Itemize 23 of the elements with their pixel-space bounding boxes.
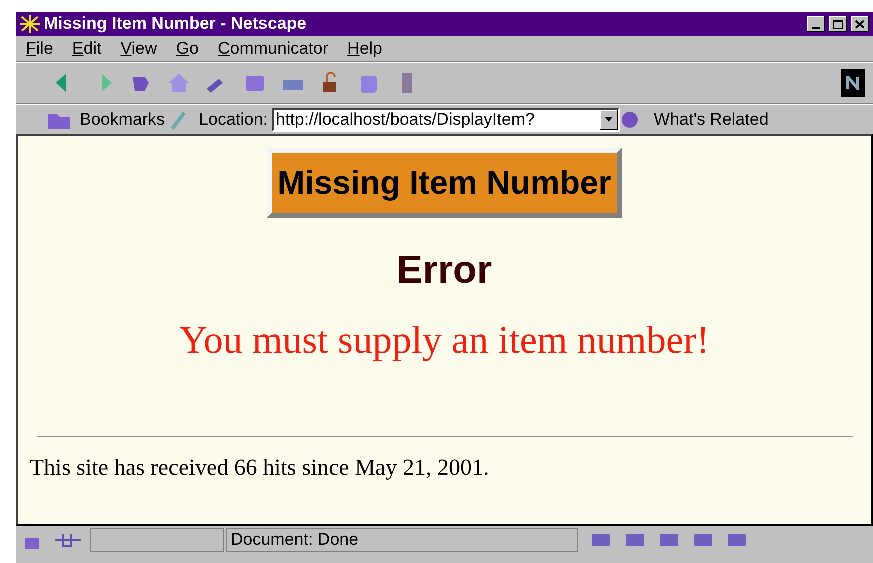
status-text: Document: Done bbox=[231, 529, 359, 552]
menu-item[interactable]: Communicator bbox=[218, 36, 329, 62]
location-label: Location: bbox=[199, 108, 268, 131]
menu-item[interactable]: Help bbox=[348, 36, 382, 62]
url-text: http://localhost/boats/DisplayItem? bbox=[275, 108, 536, 131]
page-banner: Missing Item Number bbox=[266, 148, 622, 218]
error-heading: Error bbox=[396, 248, 492, 294]
menu-item[interactable]: File bbox=[26, 36, 54, 62]
bookmarks-button[interactable]: Bookmarks bbox=[80, 106, 166, 132]
error-message: You must supply an item number! bbox=[179, 318, 710, 364]
window-title: Missing Item Number - Netscape bbox=[44, 13, 308, 36]
menu-item[interactable]: Edit bbox=[72, 36, 102, 62]
url-field[interactable]: http://localhost/boats/DisplayItem? bbox=[272, 108, 620, 132]
menu-item[interactable]: View bbox=[120, 36, 158, 62]
minimize-icon[interactable] bbox=[807, 16, 825, 32]
dropdown-icon[interactable] bbox=[600, 110, 618, 130]
whats-related-button[interactable]: What's Related bbox=[654, 106, 769, 132]
logo-icon[interactable] bbox=[841, 69, 865, 97]
hit-counter-text: This site has received 66 hits since May 21, 2001. bbox=[30, 454, 490, 482]
app-icon bbox=[20, 15, 40, 33]
close-icon[interactable] bbox=[851, 16, 869, 32]
menu-item[interactable]: Go bbox=[176, 36, 199, 62]
maximize-icon[interactable] bbox=[829, 16, 847, 32]
